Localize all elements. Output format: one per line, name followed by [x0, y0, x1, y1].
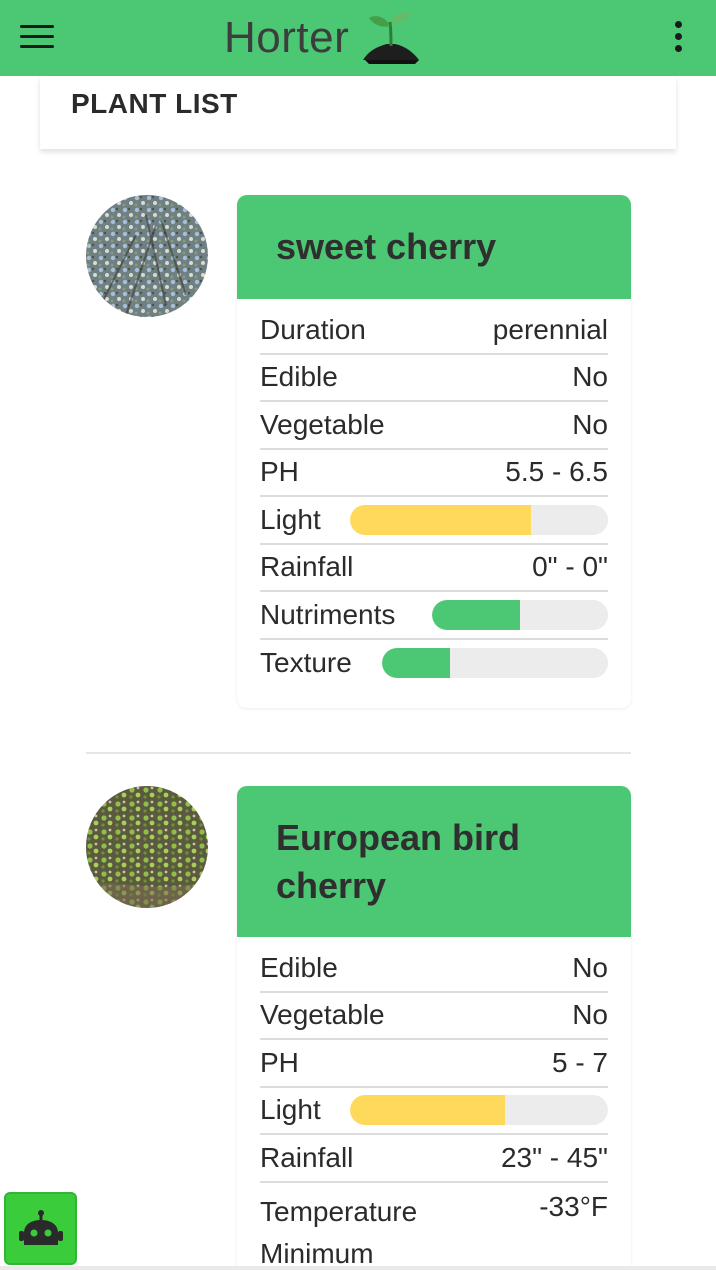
- detail-value: No: [572, 361, 608, 393]
- app-bar: Horter: [0, 0, 716, 76]
- detail-row-nutriments: Nutriments: [260, 592, 608, 640]
- plant-photo[interactable]: [86, 786, 208, 908]
- detail-row-vegetable: Vegetable No: [260, 993, 608, 1040]
- plant-card: European bird cherry Edible No Vegetable…: [237, 786, 631, 1270]
- kebab-menu-icon[interactable]: [664, 18, 692, 58]
- plant-name: European bird cherry: [276, 816, 521, 906]
- detail-row-light: Light: [260, 1088, 608, 1135]
- detail-label: PH: [260, 456, 299, 488]
- detail-value: 23" - 45": [500, 1141, 608, 1173]
- detail-label: Texture: [260, 647, 352, 679]
- light-level-fill: [350, 1095, 505, 1126]
- sprout-logo-icon: [363, 12, 420, 64]
- list-divider: [86, 752, 631, 754]
- bottom-edge: [0, 1266, 716, 1270]
- plant-card-header[interactable]: European bird cherry: [237, 786, 631, 937]
- detail-label: Vegetable: [260, 999, 385, 1031]
- detail-row-rainfall: Rainfall 0" - 0": [260, 545, 608, 592]
- detail-row-temperature-minimum: Temperature Minimum -33°F: [260, 1183, 608, 1269]
- detail-value: 5 - 7: [551, 1046, 608, 1078]
- detail-value: No: [572, 999, 608, 1031]
- detail-value: 0" - 0": [532, 551, 608, 583]
- app-title: Horter: [224, 13, 350, 62]
- detail-row-ph: PH 5 - 7: [260, 1040, 608, 1088]
- detail-label: Nutriments: [260, 598, 396, 630]
- chatbot-button[interactable]: [4, 1192, 77, 1265]
- robot-icon: [18, 1209, 63, 1245]
- detail-label: Duration: [260, 313, 366, 345]
- detail-row-edible: Edible No: [260, 945, 608, 993]
- detail-label: Rainfall: [260, 1141, 354, 1173]
- detail-value: No: [572, 408, 608, 440]
- detail-row-vegetable: Vegetable No: [260, 402, 608, 450]
- detail-row-light: Light: [260, 497, 608, 545]
- detail-label: Edible: [260, 361, 338, 393]
- texture-level-fill: [382, 648, 450, 679]
- plant-card-header[interactable]: sweet cherry: [237, 195, 631, 299]
- light-level-bar: [350, 1095, 608, 1126]
- detail-row-duration: Duration perennial: [260, 307, 608, 355]
- light-level-bar: [350, 504, 608, 535]
- detail-row-rainfall: Rainfall 23" - 45": [260, 1135, 608, 1183]
- hamburger-menu-icon[interactable]: [16, 18, 60, 58]
- nutriments-level-fill: [432, 599, 520, 630]
- detail-label: Rainfall: [260, 551, 354, 583]
- detail-value: No: [572, 951, 608, 983]
- detail-value: -33°F: [539, 1190, 608, 1222]
- brand[interactable]: Horter: [224, 8, 421, 68]
- plant-card: sweet cherry Duration perennial Edible N…: [237, 195, 631, 708]
- nutriments-level-bar: [432, 599, 608, 630]
- detail-label: Light: [260, 503, 321, 535]
- detail-label: Light: [260, 1094, 321, 1126]
- detail-row-edible: Edible No: [260, 355, 608, 402]
- plant-photo[interactable]: [86, 195, 208, 317]
- detail-label: Edible: [260, 951, 338, 983]
- page-title: PLANT LIST: [71, 88, 238, 119]
- detail-row-ph: PH 5.5 - 6.5: [260, 450, 608, 497]
- detail-label: Temperature Minimum: [260, 1195, 418, 1269]
- detail-value: perennial: [492, 313, 608, 345]
- texture-level-bar: [382, 648, 608, 679]
- detail-value: 5.5 - 6.5: [505, 456, 608, 488]
- plant-name: sweet cherry: [276, 226, 497, 267]
- detail-row-texture: Texture: [260, 640, 608, 688]
- light-level-fill: [350, 504, 531, 535]
- detail-label: PH: [260, 1046, 299, 1078]
- plant-list-header: PLANT LIST: [40, 76, 676, 149]
- detail-label: Vegetable: [260, 408, 385, 440]
